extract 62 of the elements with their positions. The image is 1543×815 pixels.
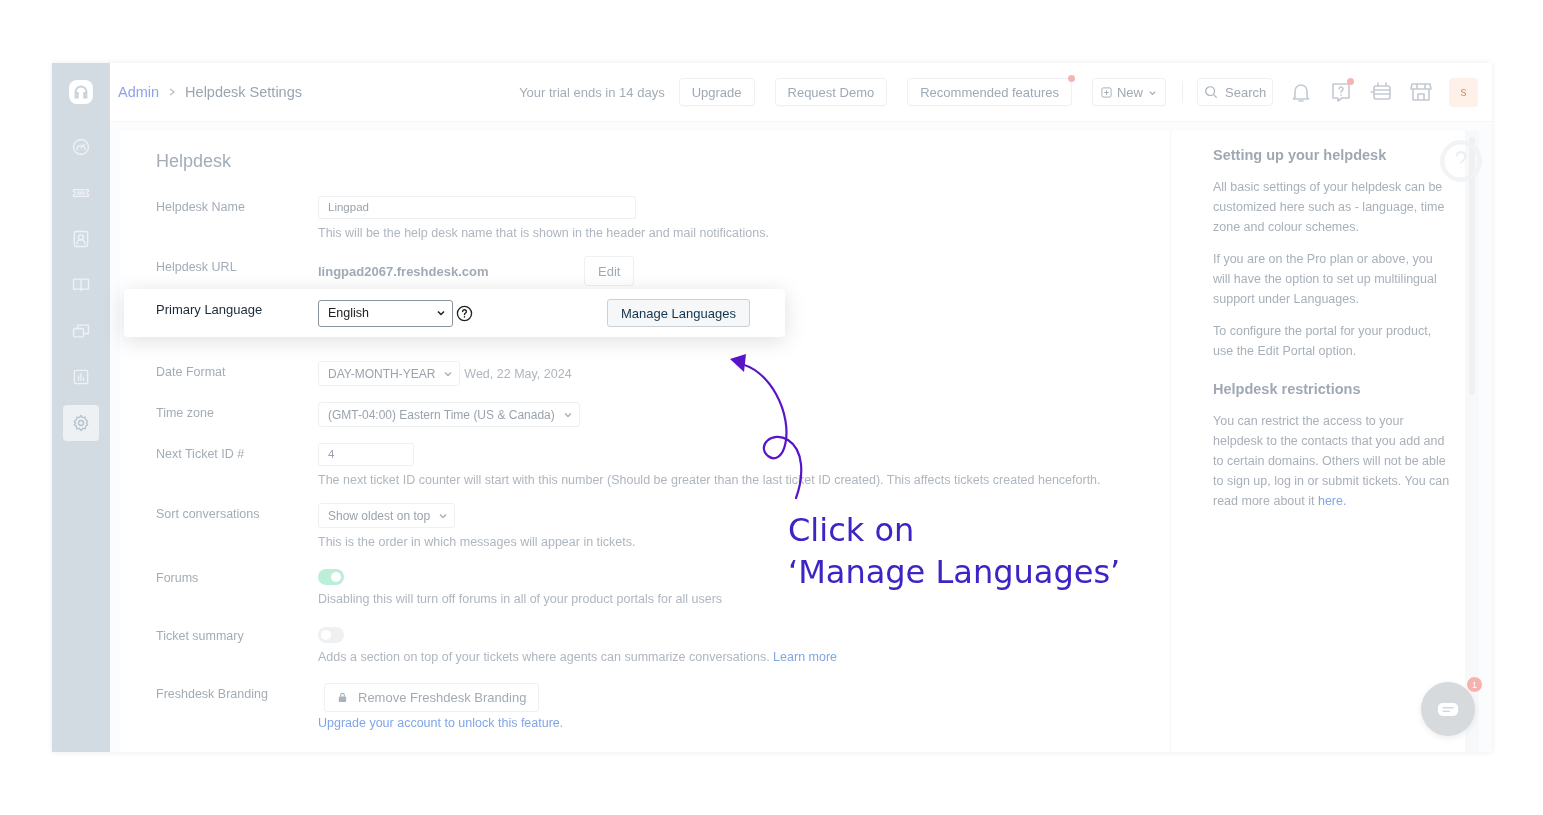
dropdown[interactable]: (GMT-04:00) Eastern Time (US & Canada): [318, 402, 580, 427]
upgrade-link[interactable]: Upgrade your account to unlock this feature.: [318, 716, 564, 730]
scrollbar[interactable]: [1465, 131, 1479, 752]
search-icon: [1204, 85, 1218, 99]
field-label: Ticket summary: [156, 628, 245, 645]
date-preview: Wed, 22 May, 2024: [464, 366, 572, 381]
field-label: Primary Language: [156, 301, 264, 319]
panel-paragraph: If you are on the Pro plan or above, you will have the option to set up multilingual support under Languages.: [1213, 251, 1438, 308]
user-avatar[interactable]: s: [1449, 77, 1478, 107]
learn-more-link[interactable]: Learn more: [773, 650, 838, 664]
hint-text: Adds a section on top of your tickets where agents can summarize conversations. Learn more: [318, 649, 838, 666]
plus-box-icon: [1101, 86, 1112, 98]
headset-logo-icon: [68, 79, 94, 105]
dropdown[interactable]: Show oldest on top: [318, 503, 456, 528]
field-label: Helpdesk Name: [156, 199, 246, 216]
gauge-icon: [71, 137, 91, 157]
field-label: Forums: [156, 570, 200, 587]
input-field[interactable]: Lingpad: [318, 196, 636, 219]
lock-icon: [337, 692, 348, 703]
panel-paragraph: To configure the portal for your product, use the Edit Portal option.: [1213, 323, 1433, 360]
trial-notice: Your trial ends in 14 days: [519, 84, 665, 100]
help-icon: [456, 304, 473, 322]
new-button[interactable]: New: [1092, 78, 1166, 106]
input-field[interactable]: 4: [318, 443, 414, 466]
field-label: Time zone: [156, 405, 215, 422]
top-button[interactable]: Request Demo: [774, 78, 888, 106]
panel-paragraph: All basic settings of your helpdesk can be customized here such as - language, time zone and colour schemes.: [1213, 179, 1446, 236]
panel-heading: Setting up your helpdesk: [1213, 147, 1388, 163]
settings-icon: [71, 413, 91, 433]
language-dropdown[interactable]: English: [318, 299, 453, 327]
chat-bubble-icon: [1437, 701, 1459, 717]
manage-languages-button[interactable]: Manage Languages: [607, 299, 750, 327]
read-more-link[interactable]: here.: [1317, 494, 1347, 508]
field-label: Next Ticket ID #: [156, 446, 246, 463]
panel-paragraph: You can restrict the access to your helpdesk to the contacts that you add and to certain domains. Others will not be able to sign up, log in or submit tickets. You can read more about it here.: [1213, 413, 1451, 510]
store-icon[interactable]: [1409, 80, 1433, 104]
hint-text: This will be the help desk name that is shown in the header and mail notifications.: [318, 225, 769, 242]
chevron-down-icon: [436, 308, 446, 318]
hint-text: Disabling this will turn off forums in all of your product portals for all users: [318, 591, 723, 608]
dropdown[interactable]: DAY-MONTH-YEAR: [318, 361, 461, 386]
hint-text: This is the order in which messages will appear in tickets.: [318, 534, 636, 551]
contact-card-icon: [71, 229, 91, 249]
breadcrumb-link[interactable]: Admin: [118, 84, 160, 100]
top-button[interactable]: Recommended features: [907, 78, 1072, 106]
field-label: Date Format: [156, 364, 227, 381]
bar-chart-icon: [71, 367, 91, 387]
field-label: Helpdesk URL: [156, 259, 238, 276]
url-text: lingpad2067.freshdesk.com: [318, 263, 490, 279]
field-label: Freshdesk Branding: [156, 686, 269, 703]
annotation-text: ‘Manage Languages’: [788, 552, 1121, 593]
remove-branding-button[interactable]: Remove Freshdesk Branding: [324, 683, 540, 712]
sidebar-item[interactable]: [63, 405, 99, 441]
field-label: Sort conversations: [156, 506, 261, 523]
toggle-switch[interactable]: [318, 569, 344, 585]
annotation-text: Click on: [788, 510, 915, 551]
section-title: Helpdesk: [156, 150, 233, 173]
help-icon[interactable]: [1329, 80, 1353, 104]
page-title: Helpdesk Settings: [185, 84, 302, 100]
panel-heading: Helpdesk restrictions: [1213, 381, 1362, 397]
search-field[interactable]: Search: [1197, 78, 1273, 106]
top-button[interactable]: Upgrade: [678, 78, 755, 106]
edit-button[interactable]: Edit: [584, 256, 635, 286]
